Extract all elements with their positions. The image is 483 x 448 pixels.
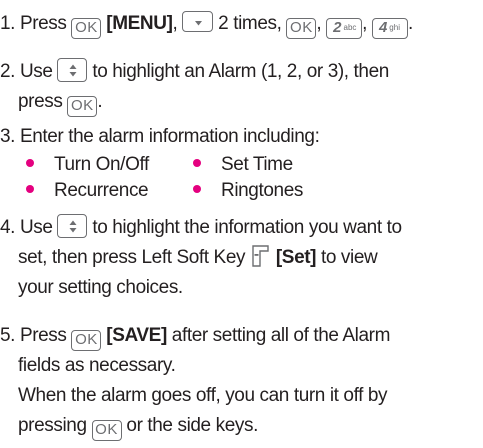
step-5: 5. Press OK [SAVE] after setting all of … (0, 321, 390, 351)
step-text: set, then press Left Soft Key (18, 247, 246, 268)
step-4-continued: set, then press Left Soft Key [Set] to v… (0, 243, 378, 273)
ok-key-icon: OK (286, 18, 317, 39)
step-4-continued: your setting choices. (0, 273, 183, 303)
step-4: 4. Use to highlight the information you … (0, 213, 402, 243)
step-text: Press (19, 325, 67, 346)
alarm-field-label: Turn On/Off (54, 154, 149, 175)
key-digit: 4 (378, 19, 388, 36)
bullet-dot-icon (26, 185, 34, 193)
ok-key-icon: OK (91, 420, 122, 441)
step-number: 5. (0, 325, 16, 346)
list-item: Recurrence (26, 176, 149, 206)
step-number: 3. (0, 126, 16, 147)
key-digit: 2 (333, 19, 342, 36)
step-text: or the side keys. (126, 415, 258, 436)
nav-down-key-icon (182, 11, 214, 32)
step-2: 2. Use to highlight an Alarm (1, 2, or 3… (0, 57, 389, 87)
key-letters: ghi (389, 23, 400, 32)
step-text: to view (321, 247, 378, 268)
step-text: Press (19, 13, 67, 34)
step-3: 3. Enter the alarm information including… (0, 122, 320, 152)
step-text: When the alarm goes off, you can turn it… (18, 385, 388, 406)
step-text: to highlight an Alarm (1, 2, or 3), then (92, 61, 389, 82)
list-item: Ringtones (193, 176, 303, 206)
step-text: Enter the alarm information including: (19, 126, 320, 147)
menu-label: [MENU] (106, 13, 173, 34)
step-1: 1. Press OK [MENU], 2 times, OK, 2 abc, 4… (0, 9, 413, 39)
step-text: fields as necessary. (18, 355, 176, 376)
left-soft-key-icon (250, 244, 271, 268)
step-text: pressing (18, 415, 87, 436)
ok-key-icon: OK (71, 330, 102, 351)
instruction-page: 1. Press OK [MENU], 2 times, OK, 2 abc, 4… (0, 0, 483, 448)
step-number: 2. (0, 61, 16, 82)
set-label: [Set] (275, 247, 317, 268)
step-5-continued: pressing OK or the side keys. (0, 411, 258, 441)
step-text: after setting all of the Alarm (171, 325, 391, 346)
bullet-dot-icon (193, 185, 201, 193)
ok-key-icon: OK (71, 18, 102, 39)
step-text: . (97, 91, 103, 112)
ok-key-icon: OK (67, 96, 98, 117)
step-5-continued: fields as necessary. (0, 351, 176, 381)
key-letters: abc (343, 23, 357, 32)
alarm-field-label: Set Time (221, 154, 293, 175)
nav-up-down-key-icon (57, 58, 88, 82)
step-text: press (18, 91, 63, 112)
number-key-icon: 2 abc (326, 18, 363, 39)
step-text: to highlight the information you want to (92, 217, 402, 238)
step-5-continued: When the alarm goes off, you can turn it… (0, 381, 388, 411)
alarm-field-label: Recurrence (54, 180, 149, 201)
step-text: Use (19, 61, 53, 82)
step-text: Use (19, 217, 53, 238)
save-label: [SAVE] (106, 325, 167, 346)
bullet-dot-icon (193, 159, 201, 167)
step-2-continued: press OK. (0, 87, 103, 117)
step-text: 2 times, (218, 13, 282, 34)
step-text: your setting choices. (18, 277, 183, 298)
step-number: 1. (0, 13, 16, 34)
alarm-field-label: Ringtones (221, 180, 303, 201)
bullet-dot-icon (26, 159, 34, 167)
step-number: 4. (0, 217, 16, 238)
nav-up-down-key-icon (57, 214, 88, 238)
number-key-icon: 4 ghi (371, 18, 408, 39)
